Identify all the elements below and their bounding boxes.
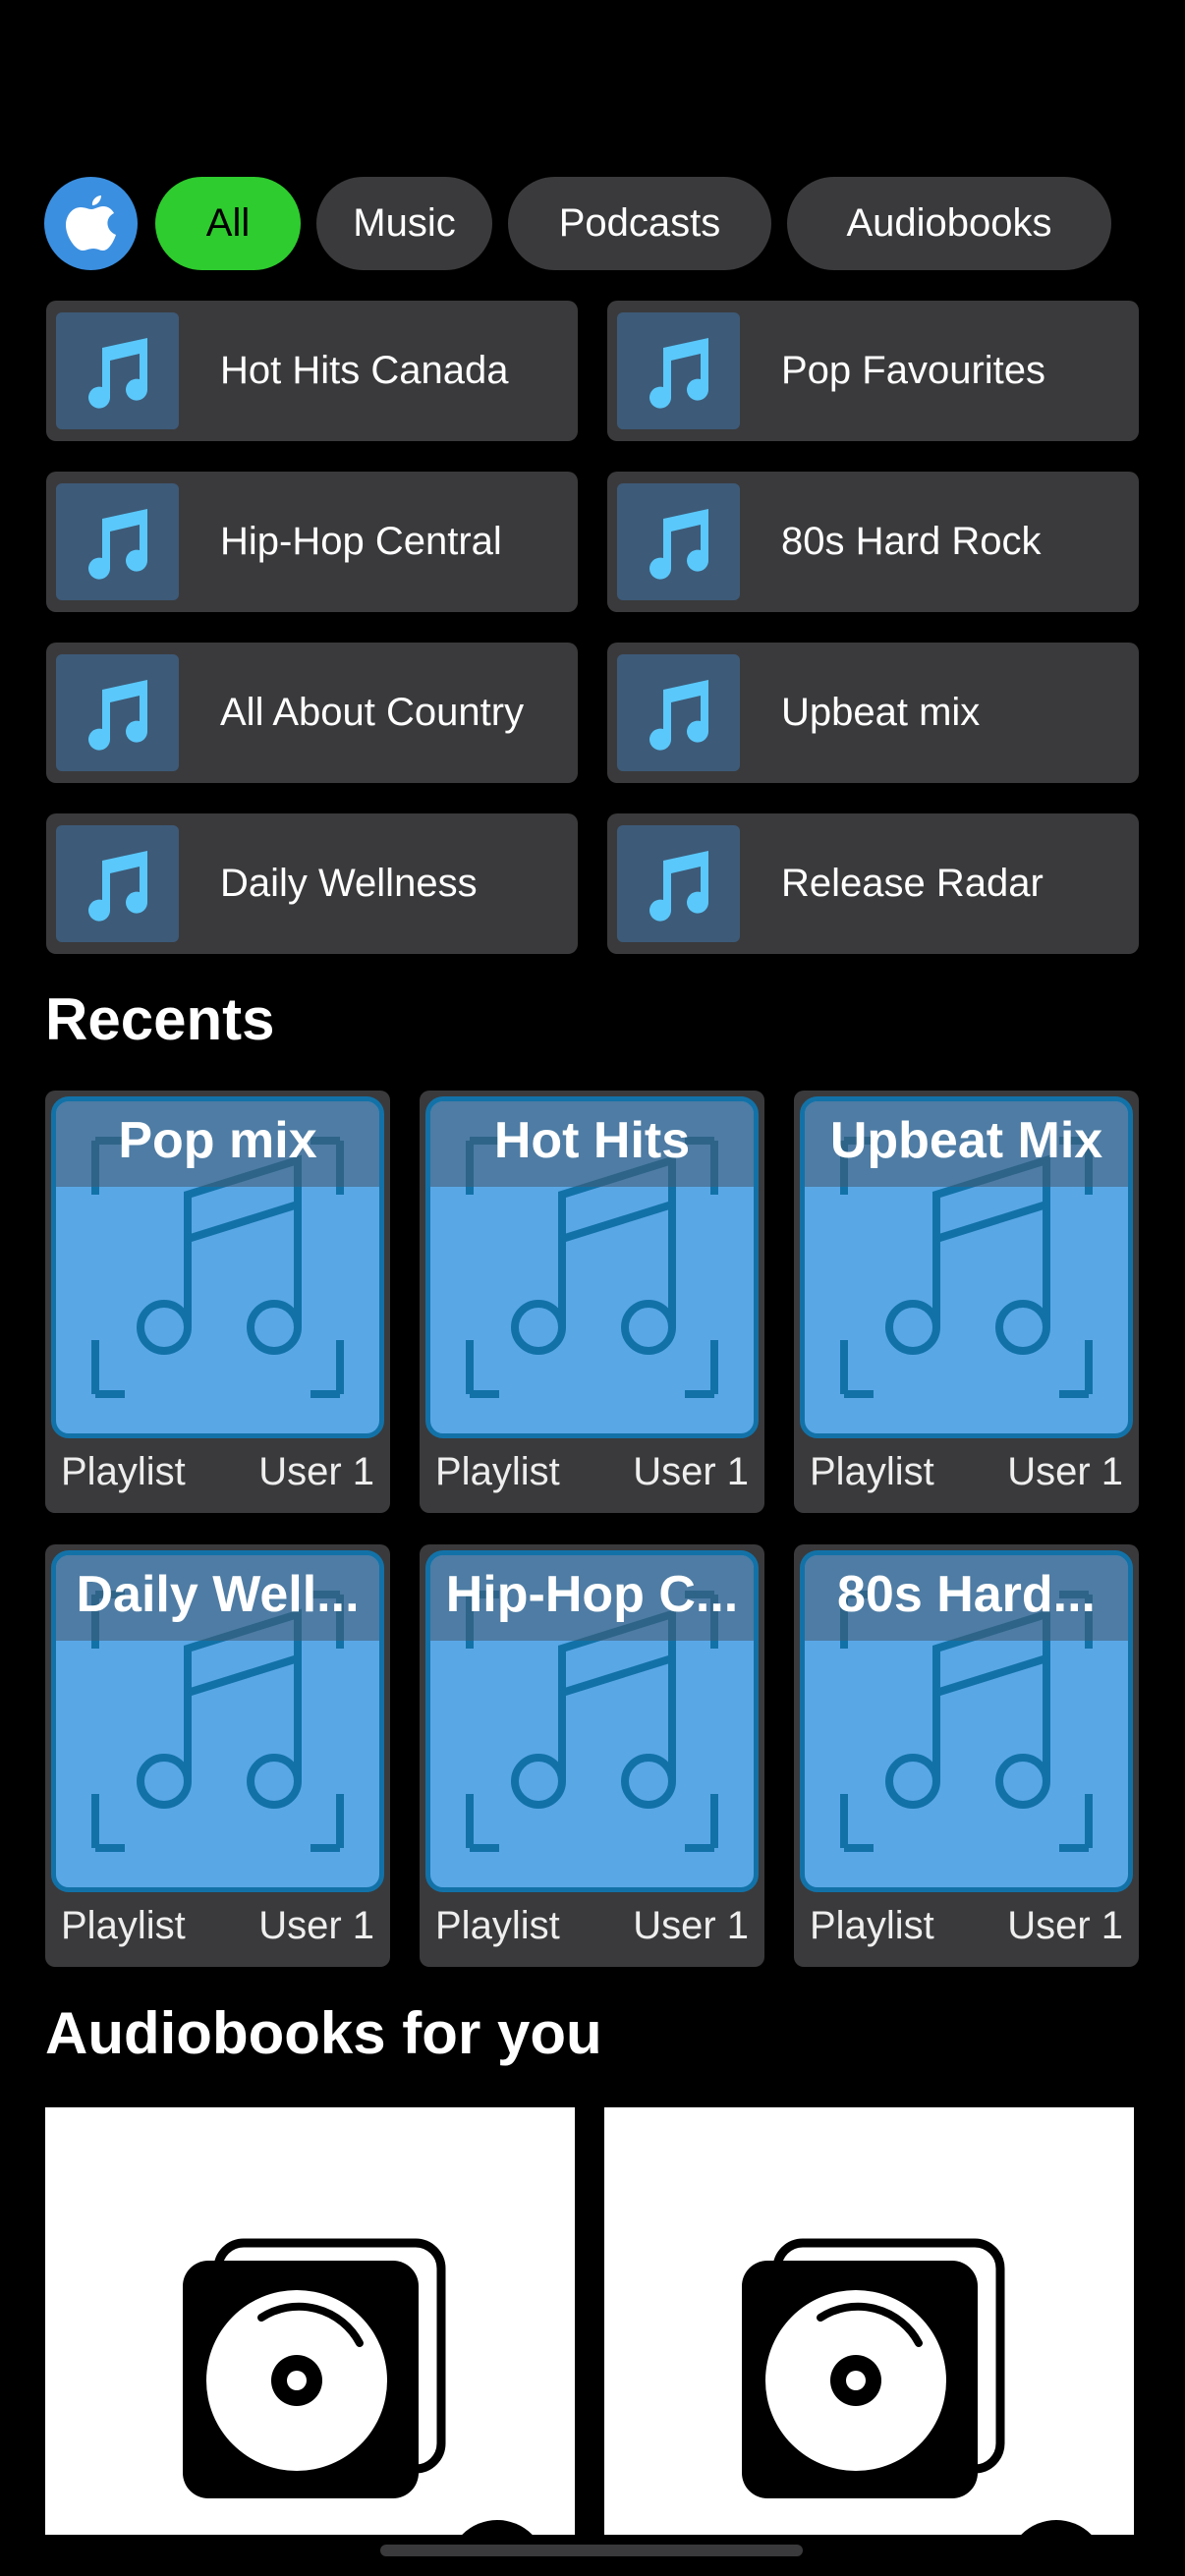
- recent-type: Playlist: [810, 1904, 934, 1947]
- quick-card[interactable]: 80s Hard Rock: [607, 472, 1139, 612]
- recent-title: Hip-Hop C...: [445, 1566, 739, 1623]
- quick-card[interactable]: Release Radar: [607, 813, 1139, 954]
- chip-all[interactable]: All: [155, 177, 301, 270]
- home-indicator[interactable]: [380, 2545, 803, 2556]
- music-note-icon: [617, 654, 740, 771]
- recent-owner: User 1: [1007, 1450, 1123, 1493]
- audiobooks-title: Audiobooks for you: [45, 2000, 602, 2066]
- playlist-artwork: Pop mix: [51, 1096, 384, 1438]
- recent-owner: User 1: [258, 1904, 374, 1947]
- audiobook-card[interactable]: [604, 2107, 1134, 2535]
- quick-card[interactable]: Hip-Hop Central: [46, 472, 578, 612]
- playlist-artwork: Upbeat Mix: [800, 1096, 1133, 1438]
- recent-card[interactable]: Hip-Hop C... Playlist User 1: [420, 1544, 764, 1967]
- music-note-icon: [56, 825, 179, 942]
- music-note-icon: [617, 312, 740, 429]
- recent-card[interactable]: Upbeat Mix Playlist User 1: [794, 1091, 1139, 1513]
- recent-title: Pop mix: [118, 1112, 317, 1169]
- chip-podcasts[interactable]: Podcasts: [508, 177, 771, 270]
- recent-card[interactable]: Hot Hits Playlist User 1: [420, 1091, 764, 1513]
- quick-card[interactable]: Upbeat mix: [607, 643, 1139, 783]
- playlist-artwork: Daily Well...: [51, 1550, 384, 1892]
- quick-access-grid: Hot Hits Canada Pop Favourites Hip-Hop C…: [46, 301, 1139, 954]
- recent-title: 80s Hard...: [836, 1566, 1097, 1623]
- recent-owner: User 1: [1007, 1904, 1123, 1947]
- music-note-icon: [617, 483, 740, 600]
- audiobook-disc-icon: [183, 2238, 533, 2535]
- audiobooks-row: [45, 2107, 1136, 2535]
- quick-card[interactable]: All About Country: [46, 643, 578, 783]
- recents-grid: Pop mix Playlist User 1 Hot Hits Playlis…: [45, 1091, 1139, 1967]
- recent-type: Playlist: [61, 1450, 186, 1493]
- recent-owner: User 1: [633, 1904, 749, 1947]
- chip-audiobooks[interactable]: Audiobooks: [787, 177, 1111, 270]
- playlist-artwork: Hip-Hop C...: [425, 1550, 759, 1892]
- recent-type: Playlist: [435, 1904, 560, 1947]
- recent-title: Upbeat Mix: [829, 1112, 1103, 1169]
- chip-music[interactable]: Music: [316, 177, 492, 270]
- quick-card[interactable]: Hot Hits Canada: [46, 301, 578, 441]
- music-note-icon: [56, 312, 179, 429]
- profile-avatar[interactable]: [44, 177, 138, 270]
- recent-type: Playlist: [61, 1904, 186, 1947]
- recent-card[interactable]: 80s Hard... Playlist User 1: [794, 1544, 1139, 1967]
- music-note-icon: [617, 825, 740, 942]
- apple-logo-icon: [65, 195, 116, 251]
- recent-type: Playlist: [810, 1450, 934, 1493]
- audiobook-disc-icon: [742, 2238, 1092, 2535]
- music-note-icon: [56, 483, 179, 600]
- playlist-artwork: Hot Hits: [425, 1096, 759, 1438]
- recent-title: Hot Hits: [493, 1112, 691, 1169]
- filter-bar: All Music Podcasts Audiobooks: [44, 177, 1127, 270]
- music-note-icon: [56, 654, 179, 771]
- recent-card[interactable]: Pop mix Playlist User 1: [45, 1091, 390, 1513]
- recents-title: Recents: [45, 986, 275, 1052]
- quick-card[interactable]: Pop Favourites: [607, 301, 1139, 441]
- recent-owner: User 1: [258, 1450, 374, 1493]
- recent-owner: User 1: [633, 1450, 749, 1493]
- recent-card[interactable]: Daily Well... Playlist User 1: [45, 1544, 390, 1967]
- audiobook-card[interactable]: [45, 2107, 575, 2535]
- recent-title: Daily Well...: [76, 1566, 360, 1623]
- recent-type: Playlist: [435, 1450, 560, 1493]
- quick-card[interactable]: Daily Wellness: [46, 813, 578, 954]
- playlist-artwork: 80s Hard...: [800, 1550, 1133, 1892]
